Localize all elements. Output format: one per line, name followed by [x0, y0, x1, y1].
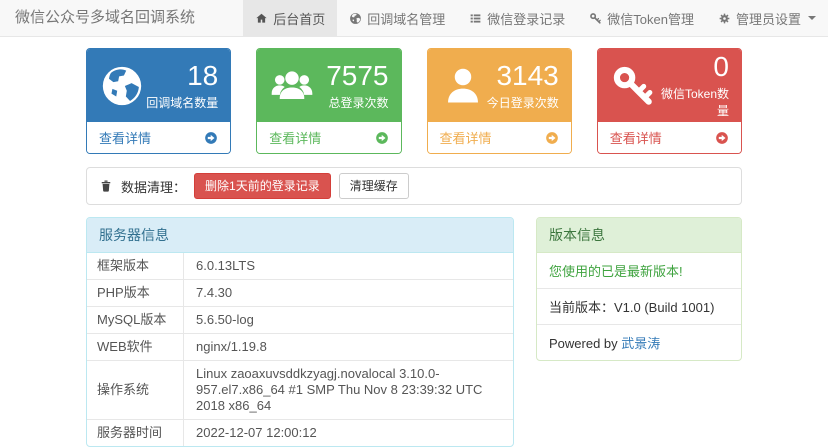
users-icon	[269, 63, 315, 109]
nav-item-label: 微信登录记录	[487, 11, 566, 27]
home-icon	[255, 12, 268, 25]
latest-version-status: 您使用的已是最新版本!	[549, 264, 683, 279]
view-details-link[interactable]: 查看详情	[427, 122, 571, 153]
stat-value: 0	[713, 51, 729, 82]
author-link[interactable]: 武景涛	[621, 336, 660, 351]
table-row: 服务器时间 2022-12-07 12:00:12	[87, 419, 513, 446]
nav-item-dashboard[interactable]: 后台首页	[243, 0, 338, 36]
arrow-circle-right-icon	[715, 131, 729, 145]
server-info-title: 服务器信息	[87, 218, 513, 253]
stat-cards-row: 18 回调域名数量 查看详情 7575 总登录次数 查看详情 3143 今日登录…	[86, 48, 742, 154]
nav-item-label: 回调域名管理	[367, 11, 446, 27]
arrow-circle-right-icon	[204, 131, 218, 145]
view-details-link[interactable]: 查看详情	[87, 122, 231, 153]
list-icon	[469, 12, 482, 25]
stat-label: 微信Token数量	[660, 87, 729, 118]
nav-item-label: 微信Token管理	[607, 11, 694, 27]
table-row: 框架版本 6.0.13LTS	[87, 253, 513, 280]
stat-value: 7575	[326, 59, 389, 91]
stat-card-today-logins: 3143 今日登录次数 查看详情	[426, 48, 572, 154]
app-title: 微信公众号多域名回调系统	[15, 9, 196, 26]
table-row: MySQL版本 5.6.50-log	[87, 306, 513, 334]
caret-down-icon	[808, 16, 816, 20]
stat-value: 18	[187, 59, 219, 91]
key-icon	[610, 63, 656, 109]
table-row: 操作系统 Linux zaoaxuvsddkzyagj.novalocal 3.…	[87, 360, 513, 420]
stat-card-wechat-tokens: 0 微信Token数量 查看详情	[596, 48, 742, 154]
cleanup-label: 数据清理：	[121, 179, 187, 195]
version-info-title: 版本信息	[537, 218, 741, 253]
data-cleanup-panel: 数据清理： 删除1天前的登录记录 清理缓存	[86, 167, 742, 205]
current-version: 当前版本：V1.0 (Build 1001)	[537, 288, 741, 324]
gear-icon	[718, 12, 731, 25]
nav-item-admin-settings[interactable]: 管理员设置	[706, 0, 828, 36]
nav-item-label: 管理员设置	[735, 11, 801, 27]
view-details-link[interactable]: 查看详情	[597, 122, 741, 153]
clear-cache-button[interactable]: 清理缓存	[338, 173, 409, 199]
version-info-panel: 版本信息 您使用的已是最新版本! 当前版本：V1.0 (Build 1001) …	[536, 217, 742, 361]
powered-by: Powered by 武景涛	[537, 324, 741, 360]
arrow-circle-right-icon	[545, 131, 559, 145]
main-nav: 后台首页 回调域名管理 微信登录记录 微信Token管理 管理员设置	[243, 0, 828, 36]
stat-label: 回调域名数量	[146, 95, 219, 110]
nav-item-callback-domains[interactable]: 回调域名管理	[337, 0, 457, 36]
nav-item-label: 后台首页	[273, 11, 326, 27]
stat-card-callback-domains: 18 回调域名数量 查看详情	[86, 48, 232, 154]
nav-item-wechat-login-records[interactable]: 微信登录记录	[457, 0, 577, 36]
delete-old-login-records-button[interactable]: 删除1天前的登录记录	[194, 173, 331, 199]
table-row: WEB软件 nginx/1.19.8	[87, 333, 513, 361]
stat-card-total-logins: 7575 总登录次数 查看详情	[256, 48, 402, 154]
globe-icon	[349, 12, 362, 25]
nav-item-wechat-token[interactable]: 微信Token管理	[577, 0, 706, 36]
top-navbar: 微信公众号多域名回调系统 后台首页 回调域名管理 微信登录记录 微信Token管…	[0, 0, 828, 37]
server-info-table: 框架版本 6.0.13LTS PHP版本 7.4.30 MySQL版本 5.6.…	[87, 253, 513, 446]
stat-label: 总登录次数	[328, 95, 389, 110]
globe-icon	[99, 63, 145, 109]
stat-value: 3143	[496, 59, 559, 91]
server-info-panel: 服务器信息 框架版本 6.0.13LTS PHP版本 7.4.30 MySQL版…	[86, 217, 514, 447]
arrow-circle-right-icon	[375, 131, 389, 145]
key-icon	[589, 12, 602, 25]
trash-icon	[99, 179, 113, 193]
view-details-link[interactable]: 查看详情	[257, 122, 401, 153]
stat-label: 今日登录次数	[486, 95, 559, 110]
user-icon	[440, 63, 486, 109]
table-row: PHP版本 7.4.30	[87, 279, 513, 307]
